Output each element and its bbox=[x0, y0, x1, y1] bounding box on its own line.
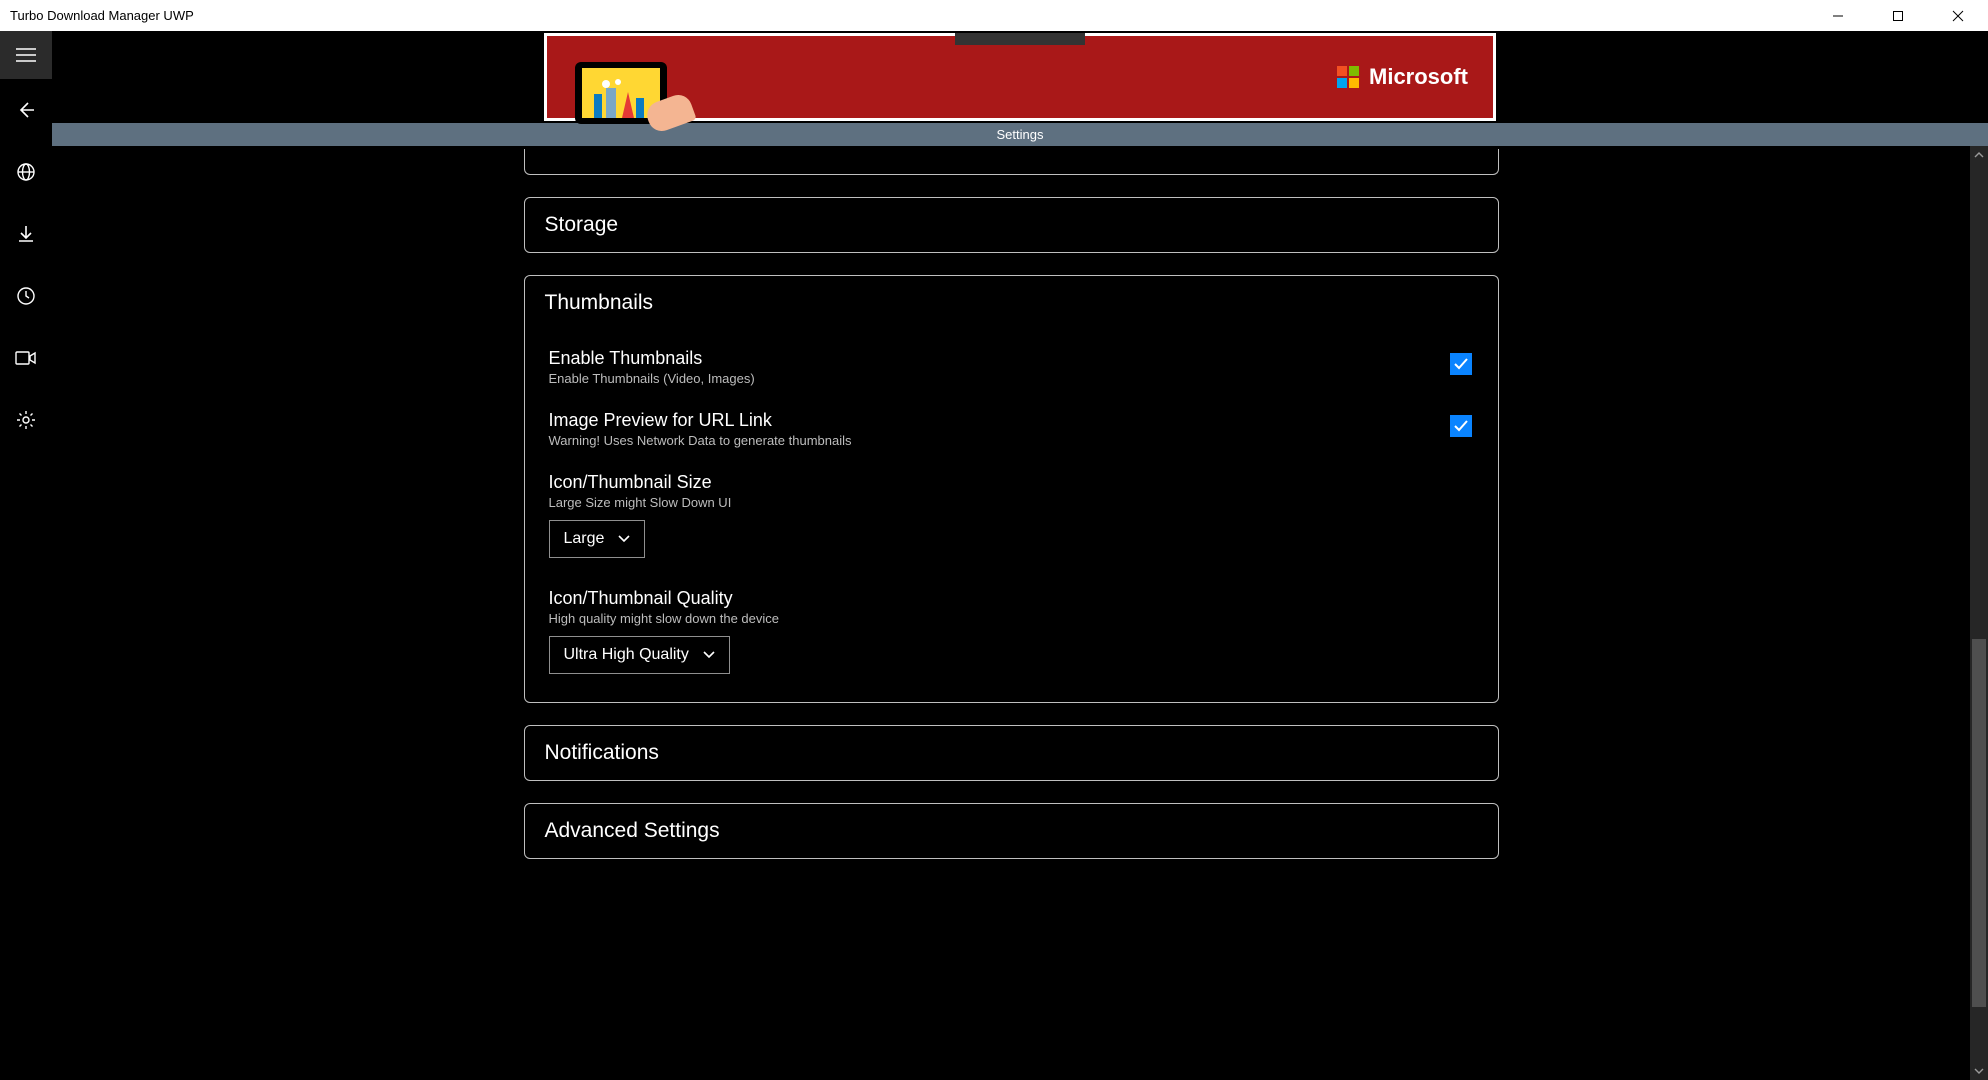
select-thumbnail-size[interactable]: Large bbox=[549, 520, 646, 558]
select-value: Large bbox=[564, 530, 605, 548]
ad-illustration bbox=[567, 56, 687, 136]
scroll-up-button[interactable] bbox=[1970, 146, 1988, 164]
sidebar bbox=[0, 31, 52, 1080]
close-button[interactable] bbox=[1928, 0, 1988, 31]
settings-section-thumbnails: Thumbnails Enable Thumbnails Enable Thum… bbox=[524, 275, 1499, 703]
section-title-advanced: Advanced Settings bbox=[525, 804, 1498, 858]
microsoft-logo-icon bbox=[1337, 66, 1359, 88]
video-icon bbox=[15, 350, 37, 366]
setting-enable-thumbnails: Enable Thumbnails Enable Thumbnails (Vid… bbox=[549, 348, 1474, 386]
page-title-strip: Settings bbox=[52, 123, 1988, 146]
setting-subtitle: Warning! Uses Network Data to generate t… bbox=[549, 433, 852, 448]
sidebar-item-history[interactable] bbox=[0, 265, 52, 327]
section-title-storage: Storage bbox=[525, 198, 1498, 252]
sidebar-item-settings[interactable] bbox=[0, 389, 52, 451]
hamburger-button[interactable] bbox=[0, 31, 52, 79]
ad-tab-handle bbox=[955, 33, 1085, 45]
scroll-down-button[interactable] bbox=[1970, 1062, 1988, 1080]
settings-content: Storage Thumbnails Enable Thumbnails Ena… bbox=[52, 146, 1970, 1080]
back-button[interactable] bbox=[0, 79, 52, 141]
select-value: Ultra High Quality bbox=[564, 646, 689, 664]
select-thumbnail-quality[interactable]: Ultra High Quality bbox=[549, 636, 730, 674]
vertical-scrollbar[interactable] bbox=[1970, 146, 1988, 1080]
download-icon bbox=[16, 224, 36, 244]
settings-section-previous[interactable] bbox=[524, 149, 1499, 175]
window-title: Turbo Download Manager UWP bbox=[10, 8, 194, 23]
setting-title: Enable Thumbnails bbox=[549, 348, 755, 369]
window-controls bbox=[1808, 0, 1988, 31]
globe-icon bbox=[16, 162, 36, 182]
chevron-down-icon bbox=[703, 651, 715, 659]
hamburger-icon bbox=[16, 48, 36, 62]
setting-subtitle: Enable Thumbnails (Video, Images) bbox=[549, 371, 755, 386]
maximize-button[interactable] bbox=[1868, 0, 1928, 31]
scrollbar-thumb[interactable] bbox=[1972, 639, 1986, 1007]
setting-subtitle: High quality might slow down the device bbox=[549, 611, 1474, 626]
setting-title: Image Preview for URL Link bbox=[549, 410, 852, 431]
microsoft-logo: Microsoft bbox=[1337, 64, 1468, 90]
section-title-thumbnails: Thumbnails bbox=[525, 276, 1498, 330]
ad-banner[interactable]: Microsoft bbox=[544, 33, 1496, 121]
settings-section-notifications[interactable]: Notifications bbox=[524, 725, 1499, 781]
sidebar-item-downloads[interactable] bbox=[0, 203, 52, 265]
ad-banner-region: Microsoft bbox=[52, 31, 1988, 123]
section-title-notifications: Notifications bbox=[525, 726, 1498, 780]
setting-title: Icon/Thumbnail Size bbox=[549, 472, 1474, 493]
setting-title: Icon/Thumbnail Quality bbox=[549, 588, 1474, 609]
settings-section-storage[interactable]: Storage bbox=[524, 197, 1499, 253]
chevron-down-icon bbox=[1974, 1068, 1984, 1074]
setting-image-preview: Image Preview for URL Link Warning! Uses… bbox=[549, 410, 1474, 448]
sidebar-item-video[interactable] bbox=[0, 327, 52, 389]
checkbox-image-preview[interactable] bbox=[1450, 415, 1472, 437]
checkbox-enable-thumbnails[interactable] bbox=[1450, 353, 1472, 375]
setting-thumbnail-size: Icon/Thumbnail Size Large Size might Slo… bbox=[549, 472, 1474, 558]
setting-subtitle: Large Size might Slow Down UI bbox=[549, 495, 1474, 510]
check-icon bbox=[1453, 356, 1469, 372]
check-icon bbox=[1453, 418, 1469, 434]
window-titlebar: Turbo Download Manager UWP bbox=[0, 0, 1988, 31]
chevron-down-icon bbox=[618, 535, 630, 543]
settings-section-advanced[interactable]: Advanced Settings bbox=[524, 803, 1499, 859]
back-arrow-icon bbox=[16, 100, 36, 120]
microsoft-logo-text: Microsoft bbox=[1369, 64, 1468, 90]
setting-thumbnail-quality: Icon/Thumbnail Quality High quality migh… bbox=[549, 588, 1474, 674]
minimize-button[interactable] bbox=[1808, 0, 1868, 31]
page-title: Settings bbox=[997, 127, 1044, 142]
gear-icon bbox=[16, 410, 36, 430]
clock-icon bbox=[16, 286, 36, 306]
chevron-up-icon bbox=[1974, 152, 1984, 158]
sidebar-item-browser[interactable] bbox=[0, 141, 52, 203]
